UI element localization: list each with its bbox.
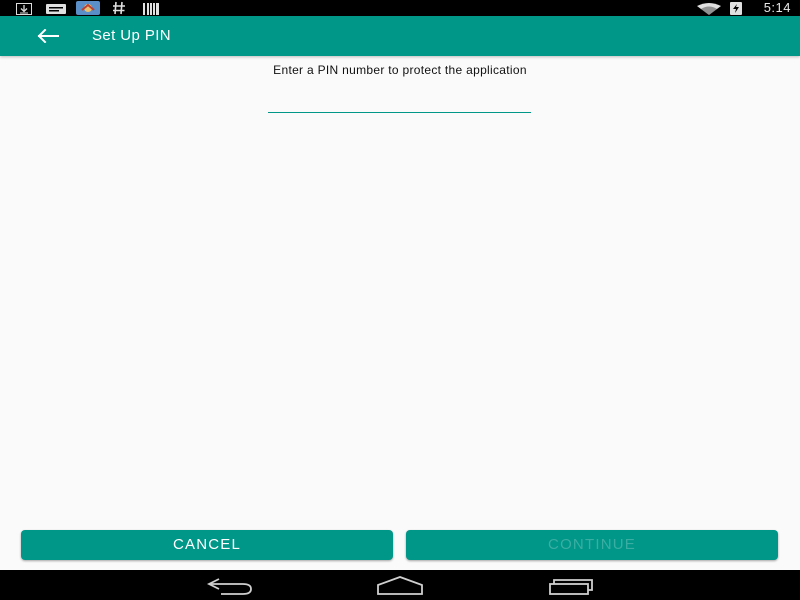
navigation-bar	[0, 570, 800, 600]
nav-back-button[interactable]	[205, 573, 265, 597]
hash-icon	[111, 0, 127, 15]
back-button[interactable]	[30, 22, 66, 50]
status-bar: 5:14	[0, 0, 800, 16]
setup-pin-screen: 5:14 Set Up PIN Enter a PIN number to pr…	[0, 0, 800, 600]
pin-input[interactable]	[268, 88, 531, 113]
message-icon	[46, 2, 66, 14]
page-title: Set Up PIN	[92, 27, 172, 44]
photo-notification-icon	[76, 1, 100, 15]
wifi-icon	[697, 2, 721, 15]
download-icon	[16, 2, 32, 15]
battery-charging-icon	[729, 1, 743, 15]
app-bar: Set Up PIN	[0, 16, 800, 56]
nav-recents-button[interactable]	[548, 573, 608, 597]
status-time: 5:14	[763, 0, 791, 15]
pin-prompt-text: Enter a PIN number to protect the applic…	[273, 63, 527, 77]
nav-home-button[interactable]	[376, 573, 436, 597]
barcode-icon	[143, 2, 159, 15]
continue-button[interactable]: CONTINUE	[406, 530, 778, 560]
cancel-button[interactable]: CANCEL	[21, 530, 393, 560]
